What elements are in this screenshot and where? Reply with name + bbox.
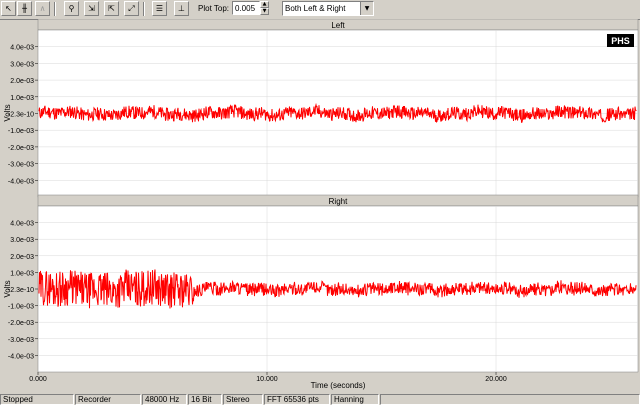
left-y-axis-label: Volts	[3, 104, 12, 121]
plot-top-label: Plot Top:	[198, 4, 229, 13]
x-ticks: 0.000 10.000 20.000	[29, 372, 507, 383]
left-y-ticks: 4.0e-033.0e-032.0e-031.0e-03-2.3e-10-1.0…	[8, 45, 38, 185]
y-tick-label: -1.0e-03	[8, 304, 34, 311]
toolbar: ↖ ╫ ∧ ⚲ ⇲ ⇱ ⤢ ☰ ⊥ Plot Top: 0.005 ▲ ▼ Bo…	[0, 0, 640, 20]
right-panel-title: Right	[329, 197, 348, 206]
x-tick-label: 0.000	[29, 376, 47, 383]
zoom-in-2x-icon[interactable]: ⇲	[84, 1, 99, 16]
status-extra	[380, 394, 640, 405]
toolbar-separator	[143, 2, 145, 16]
y-tick-label: 2.0e-03	[10, 254, 34, 261]
y-tick-label: 1.0e-03	[10, 95, 34, 102]
y-tick-label: -4.0e-03	[8, 178, 34, 185]
phs-logo-text: PHS	[611, 36, 630, 46]
cursor-icon[interactable]: ↖	[1, 1, 16, 16]
channel-select-value: Both Left & Right	[285, 4, 346, 13]
y-tick-label: -3.0e-03	[8, 337, 34, 344]
y-tick-label: 3.0e-03	[10, 237, 34, 244]
y-tick-label: -3.0e-03	[8, 162, 34, 169]
y-tick-label: 3.0e-03	[10, 61, 34, 68]
zoom-out-2x-icon[interactable]: ⇱	[104, 1, 119, 16]
y-tick-label: -4.0e-03	[8, 353, 34, 360]
status-sample-rate: 48000 Hz	[142, 394, 187, 405]
spin-down-icon[interactable]: ▼	[260, 8, 269, 15]
right-y-ticks: 4.0e-033.0e-032.0e-031.0e-03-2.3e-10-1.0…	[8, 221, 38, 360]
toolbar-separator	[54, 2, 56, 16]
status-bits: 16 Bit	[188, 394, 222, 405]
y-tick-label: -2.0e-03	[8, 145, 34, 152]
peak-icon[interactable]: ∧	[35, 1, 50, 16]
left-channel-panel: Left 4.0e-033.0e-032.0e-031.0e-03-2.3e-1…	[3, 19, 639, 198]
y-tick-label: 1.0e-03	[10, 270, 34, 277]
right-y-axis-label: Volts	[3, 280, 12, 297]
x-tick-label: 20.000	[485, 376, 507, 383]
settings-icon[interactable]: ☰	[152, 1, 167, 16]
plot-top-spinner[interactable]: ▲ ▼	[260, 1, 269, 15]
phs-logo: PHS	[607, 34, 634, 47]
plot-top-input[interactable]: 0.005	[232, 1, 260, 15]
cursor-marker-icon[interactable]: ⊥	[174, 1, 189, 16]
left-panel-title: Left	[331, 21, 345, 30]
chevron-down-icon[interactable]: ▼	[360, 2, 373, 15]
y-tick-label: 4.0e-03	[10, 45, 34, 52]
status-channels: Stereo	[223, 394, 263, 405]
y-tick-label: 2.0e-03	[10, 78, 34, 85]
y-tick-label: 4.0e-03	[10, 221, 34, 228]
status-fft: FFT 65536 pts	[264, 394, 330, 405]
spin-up-icon[interactable]: ▲	[260, 1, 269, 8]
y-tick-label: -2.0e-03	[8, 320, 34, 327]
x-axis-label: Time (seconds)	[311, 381, 366, 390]
status-state: Stopped	[0, 394, 74, 405]
status-bar: Stopped Recorder 48000 Hz 16 Bit Stereo …	[0, 394, 640, 405]
status-window: Hanning	[331, 394, 379, 405]
right-channel-panel: Right 4.0e-033.0e-032.0e-031.0e-03-2.3e-…	[3, 194, 639, 373]
y-tick-label: -1.0e-03	[8, 128, 34, 135]
zoom-full-icon[interactable]: ⤢	[124, 1, 139, 16]
status-mode: Recorder	[75, 394, 141, 405]
channel-select[interactable]: Both Left & Right ▼	[282, 1, 374, 16]
waveform-icon[interactable]: ╫	[17, 1, 32, 16]
zoom-icon[interactable]: ⚲	[64, 1, 79, 16]
waveform-chart: Left 4.0e-033.0e-032.0e-031.0e-03-2.3e-1…	[3, 19, 639, 390]
x-tick-label: 10.000	[256, 376, 278, 383]
